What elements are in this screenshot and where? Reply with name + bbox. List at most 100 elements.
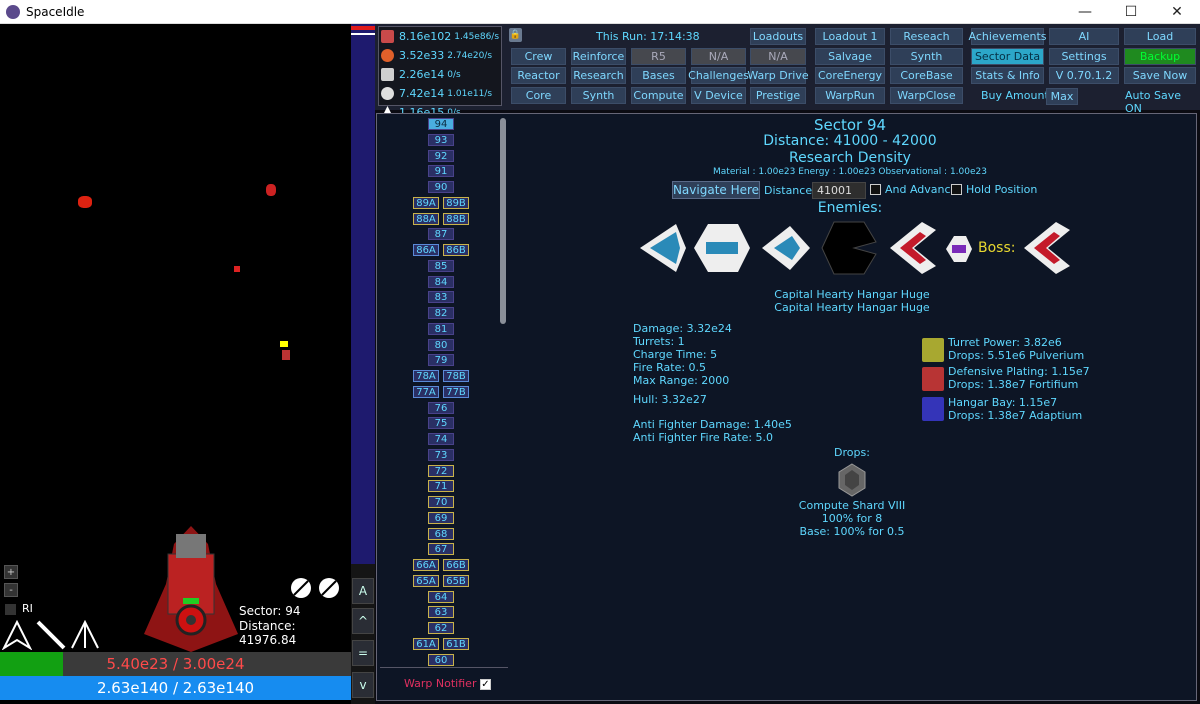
lock-icon[interactable]: 🔒 [509, 28, 522, 42]
fighter-toggle-icon[interactable] [290, 577, 312, 599]
core-button[interactable]: Core [511, 87, 566, 104]
bases-button[interactable]: Bases [631, 67, 686, 84]
sector-list-item[interactable]: 60 [428, 653, 454, 666]
sector-list-scrollbar[interactable] [500, 118, 506, 324]
missile-weapon-icon[interactable] [70, 620, 100, 650]
sector-list-item[interactable]: 65A [413, 574, 439, 587]
enemy-ship-icon[interactable] [886, 218, 938, 278]
loadouts-button[interactable]: Loadouts [750, 28, 806, 45]
na-button-2[interactable]: N/A [750, 48, 806, 65]
vdevice-button[interactable]: V Device [691, 87, 746, 104]
sector-list-item[interactable]: 91 [428, 165, 454, 178]
sector-list-item[interactable]: 84 [428, 275, 454, 288]
advance-checkbox[interactable] [870, 184, 881, 195]
sector-list-item[interactable]: 79 [428, 354, 454, 367]
reactor-button[interactable]: Reactor [511, 67, 566, 84]
reseach-button[interactable]: Reseach [890, 28, 963, 45]
sector-list-item[interactable]: 68 [428, 527, 454, 540]
sector-list-item[interactable]: 86A [413, 244, 439, 256]
ri-checkbox[interactable] [5, 604, 16, 615]
warp-close-button[interactable]: WarpClose [890, 87, 963, 104]
maximize-button[interactable]: ☐ [1108, 0, 1154, 24]
enemy-ship-icon[interactable] [636, 218, 688, 278]
sector-list-item[interactable]: 73 [428, 448, 454, 461]
sector-list-item[interactable]: 67 [428, 543, 454, 556]
sector-list-item[interactable]: 89A [413, 196, 439, 209]
sector-list-item[interactable]: 61A [413, 637, 439, 650]
sector-list-item[interactable]: 82 [428, 307, 454, 319]
sector-list-item[interactable]: 77B [443, 385, 469, 398]
sector-list-item[interactable]: 93 [428, 133, 454, 146]
sector-list-item[interactable]: 77A [413, 385, 439, 398]
synth-button-2[interactable]: Synth [890, 48, 963, 65]
sector-list-item[interactable]: 92 [428, 149, 454, 162]
stats-info-button[interactable]: Stats & Info [971, 67, 1044, 84]
boss-ship-icon[interactable] [1020, 218, 1072, 278]
warp-run-button[interactable]: WarpRun [815, 87, 885, 104]
na-button[interactable]: N/A [691, 48, 746, 65]
sector-list-item[interactable]: 70 [428, 496, 454, 508]
sector-list-item[interactable]: 83 [428, 291, 454, 304]
distance-input[interactable] [812, 182, 866, 199]
sector-list-item[interactable]: 61B [443, 637, 469, 650]
side-button-equal[interactable]: = [352, 640, 374, 666]
navigate-here-button[interactable]: Navigate Here [672, 181, 760, 199]
reinforce-button[interactable]: Reinforce [571, 48, 626, 65]
buy-amount-max-button[interactable]: Max [1046, 88, 1078, 105]
sector-list-item[interactable]: 64 [428, 590, 454, 603]
sector-list-item[interactable]: 85 [428, 259, 454, 272]
sector-list-item[interactable]: 66B [443, 559, 469, 571]
sector-list-item[interactable]: 65B [443, 574, 469, 587]
loadout1-button[interactable]: Loadout 1 [815, 28, 885, 45]
zoom-in-button[interactable]: + [4, 565, 18, 579]
sector-list-item[interactable]: 62 [428, 622, 454, 634]
sector-data-button[interactable]: Sector Data [971, 48, 1044, 65]
sector-list-item[interactable]: 63 [428, 606, 454, 619]
side-button-up[interactable]: ^ [352, 608, 374, 634]
save-now-button[interactable]: Save Now [1124, 67, 1196, 84]
beam-weapon-icon[interactable] [36, 620, 66, 650]
r5-button[interactable]: R5 [631, 48, 686, 65]
sector-list-item[interactable]: 89B [443, 196, 469, 209]
challenges-button[interactable]: Challenges [688, 67, 749, 84]
sector-list-item[interactable]: 81 [428, 322, 454, 335]
research-button[interactable]: Research [571, 67, 626, 84]
close-button[interactable]: ✕ [1154, 0, 1200, 24]
core-base-button[interactable]: CoreBase [890, 67, 963, 84]
load-button[interactable]: Load [1124, 28, 1196, 45]
hold-position-checkbox[interactable] [951, 184, 962, 195]
sector-list-item[interactable]: 94 [428, 118, 454, 130]
sector-list-item[interactable]: 74 [428, 433, 454, 445]
zoom-out-button[interactable]: - [4, 583, 18, 597]
sector-list-item[interactable]: 76 [428, 401, 454, 414]
ai-button[interactable]: AI [1049, 28, 1119, 45]
enemy-ship-icon[interactable] [692, 218, 752, 278]
compute-button[interactable]: Compute [631, 87, 686, 104]
version-button[interactable]: V 0.70.1.2 [1049, 67, 1119, 84]
enemy-ship-icon[interactable] [820, 218, 878, 278]
turret-toggle-icon[interactable] [318, 577, 340, 599]
side-button-down[interactable]: v [352, 672, 374, 698]
space-view[interactable]: + - RI Sector: 94 Distance: 41976.84 [0, 24, 351, 704]
sector-list-item[interactable]: 66A [413, 559, 439, 571]
sector-list-item[interactable]: 86B [443, 244, 469, 256]
sector-list-item[interactable]: 69 [428, 511, 454, 524]
salvage-button[interactable]: Salvage [815, 48, 885, 65]
warp-drive-button[interactable]: Warp Drive [747, 67, 809, 84]
prestige-button[interactable]: Prestige [750, 87, 806, 104]
sector-list-item[interactable]: 80 [428, 338, 454, 351]
enemy-ship-icon[interactable] [760, 218, 812, 278]
sector-list-item[interactable]: 90 [428, 181, 454, 193]
sector-list-item[interactable]: 88A [413, 212, 439, 225]
backup-button[interactable]: Backup [1124, 48, 1196, 65]
fleet-ship-icon[interactable] [2, 620, 32, 650]
sector-list-item[interactable]: 88B [443, 212, 469, 225]
sector-list-item[interactable]: 78A [413, 370, 439, 382]
core-energy-button[interactable]: CoreEnergy [815, 67, 885, 84]
sector-list-item[interactable]: 71 [428, 480, 454, 493]
sector-list-item[interactable]: 78B [443, 370, 469, 382]
sector-list-item[interactable]: 75 [428, 417, 454, 430]
side-button-a[interactable]: A [352, 578, 374, 604]
achievements-button[interactable]: Achievements [969, 28, 1046, 45]
settings-button[interactable]: Settings [1049, 48, 1119, 65]
